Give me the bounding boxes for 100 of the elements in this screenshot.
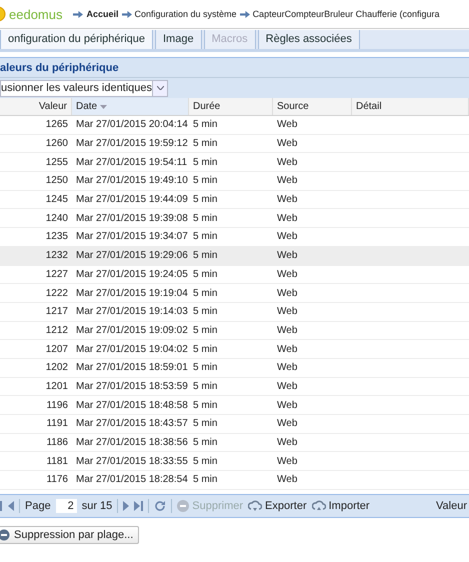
first-page-icon[interactable] bbox=[0, 500, 3, 511]
previous-page-icon[interactable] bbox=[8, 500, 14, 511]
table-cell-text: 1207 bbox=[44, 344, 69, 355]
table-cell-text: Mar 27/01/2015 18:33:55 bbox=[75, 456, 189, 467]
table-row[interactable]: 1181 Mar 27/01/2015 18:33:55 5 min Web bbox=[0, 452, 469, 472]
table-cell-text: Mar 27/01/2015 20:04:14 bbox=[75, 119, 189, 130]
table-cell-text: 5 min bbox=[192, 268, 218, 280]
table-cell-text: 1250 bbox=[44, 175, 69, 186]
table-cell-text: Mar 27/01/2015 19:34:07 bbox=[75, 231, 189, 242]
chevron-icon bbox=[156, 86, 164, 90]
table-row[interactable]: 1265 Mar 27/01/2015 20:04:14 5 min Web bbox=[0, 116, 469, 135]
table-cell-text: Web bbox=[276, 119, 298, 130]
table-row[interactable]: 1245 Mar 27/01/2015 19:44:09 5 min Web bbox=[0, 190, 469, 210]
table-cell-text: Web bbox=[276, 380, 298, 392]
table-row[interactable]: 1217 Mar 27/01/2015 19:14:03 5 min Web bbox=[0, 302, 469, 322]
arrow-icon bbox=[73, 10, 84, 18]
logo-text: eedomus bbox=[9, 6, 62, 22]
table-cell-text: 5 min bbox=[192, 119, 218, 130]
table-cell-text: Web bbox=[276, 250, 298, 262]
column-header[interactable]: Source bbox=[273, 98, 352, 115]
table-row[interactable]: 1260 Mar 27/01/2015 19:59:12 5 min Web bbox=[0, 134, 469, 154]
table-row[interactable]: 1250 Mar 27/01/2015 19:49:10 5 min Web bbox=[0, 172, 469, 191]
table-cell-text: 1201 bbox=[44, 380, 69, 392]
table-cell-text: Mar 27/01/2015 19:19:04 bbox=[75, 288, 189, 299]
breadcrumb-link[interactable]: Configuration du système bbox=[134, 9, 237, 19]
table-cell-text: 1186 bbox=[45, 437, 69, 448]
table-row[interactable]: 1207 Mar 27/01/2015 19:04:02 5 min Web bbox=[0, 340, 469, 359]
table-cell-text: 5 min bbox=[192, 474, 218, 486]
table-cell-text: Mar 27/01/2015 18:59:01 bbox=[75, 362, 189, 374]
table-cell-text: Web bbox=[276, 362, 298, 374]
table-cell-text: Web bbox=[276, 268, 298, 280]
table-cell-text: 5 min bbox=[192, 306, 218, 318]
table-cell-text: Web bbox=[276, 344, 298, 355]
column-header[interactable]: Durée bbox=[189, 98, 273, 115]
arrow-icon bbox=[122, 10, 132, 18]
table-cell-text: Mar 27/01/2015 18:53:59 bbox=[75, 380, 189, 392]
table-row[interactable]: 1212 Mar 27/01/2015 19:09:02 5 min Web bbox=[0, 322, 469, 340]
table-cell-text: 5 min bbox=[192, 437, 218, 448]
table-cell-text: Web bbox=[276, 437, 298, 448]
toolbar-button[interactable]: Importer bbox=[312, 500, 370, 512]
table-cell-text: Web bbox=[276, 156, 298, 168]
toolbar-button[interactable]: Exporter bbox=[248, 500, 307, 512]
table-cell-text: 5 min bbox=[192, 288, 218, 299]
table-cell-text: 5 min bbox=[192, 380, 218, 392]
table-row[interactable]: 1176 Mar 27/01/2015 18:28:54 5 min Web bbox=[0, 471, 469, 490]
breadcrumb-link[interactable]: Accueil bbox=[86, 9, 118, 19]
table-cell-text: 1255 bbox=[44, 156, 69, 168]
table-row[interactable]: 1202 Mar 27/01/2015 18:59:01 5 min Web bbox=[0, 358, 469, 378]
cloud-icon bbox=[248, 500, 262, 512]
table-cell-text: 5 min bbox=[192, 194, 218, 206]
tab[interactable]: onfiguration du périphérique bbox=[0, 30, 153, 49]
tab[interactable]: Image bbox=[155, 30, 202, 49]
toolbar-label: Valeur bbox=[436, 500, 468, 512]
table-cell-text: Mar 27/01/2015 19:44:09 bbox=[75, 194, 189, 206]
column-header[interactable]: Date bbox=[72, 98, 189, 115]
table-cell-text: Web bbox=[276, 474, 298, 486]
last-page-icon[interactable] bbox=[134, 500, 144, 511]
breadcrumb-link[interactable]: CapteurCompteurBruleur Chaufferie (configura bbox=[252, 9, 440, 19]
table-cell-text: 5 min bbox=[192, 362, 218, 374]
page-input[interactable]: 2 bbox=[56, 498, 77, 513]
table-cell-text: Web bbox=[276, 456, 298, 467]
table-cell-text: 1260 bbox=[44, 138, 69, 150]
refresh-icon[interactable] bbox=[154, 500, 166, 512]
page-total: sur 15 bbox=[82, 500, 112, 512]
table-row[interactable]: 1196 Mar 27/01/2015 18:48:58 5 min Web bbox=[0, 396, 469, 415]
table-cell-text: 1212 bbox=[44, 324, 69, 336]
table-cell-text: Mar 27/01/2015 19:49:10 bbox=[75, 175, 189, 186]
table-cell-text: 5 min bbox=[192, 175, 218, 186]
table-cell-text: 5 min bbox=[192, 250, 218, 262]
table-cell-text: 1227 bbox=[44, 268, 69, 280]
table-cell-text: 5 min bbox=[192, 400, 218, 411]
table-cell-text: Mar 27/01/2015 19:39:08 bbox=[75, 212, 189, 224]
column-header[interactable]: Détail bbox=[352, 98, 469, 115]
table-row[interactable]: 1255 Mar 27/01/2015 19:54:11 5 min Web bbox=[0, 153, 469, 172]
table-cell-text: 1222 bbox=[44, 288, 69, 299]
tab[interactable]: Règles associées bbox=[258, 30, 360, 49]
table-row[interactable]: 1191 Mar 27/01/2015 18:43:57 5 min Web bbox=[0, 415, 469, 434]
table-cell-text: 1202 bbox=[44, 362, 69, 374]
sort-icon bbox=[100, 104, 107, 108]
table-cell-text: 1232 bbox=[44, 250, 69, 262]
range-delete-button[interactable]: Suppression par plage... bbox=[0, 526, 140, 544]
table-row[interactable]: 1201 Mar 27/01/2015 18:53:59 5 min Web bbox=[0, 378, 469, 396]
table-cell-text: Web bbox=[276, 138, 298, 150]
table-cell-text: Mar 27/01/2015 18:43:57 bbox=[75, 418, 189, 430]
table-cell-text: 1176 bbox=[45, 474, 69, 486]
filter-dropdown[interactable]: usionner les valeurs identiques bbox=[0, 80, 168, 96]
minus-circle-icon bbox=[177, 500, 190, 512]
table-cell-text: 5 min bbox=[192, 138, 218, 150]
next-page-icon[interactable] bbox=[123, 500, 130, 511]
table-row[interactable]: 1186 Mar 27/01/2015 18:38:56 5 min Web bbox=[0, 434, 469, 452]
table-row[interactable]: 1240 Mar 27/01/2015 19:39:08 5 min Web bbox=[0, 209, 469, 228]
table-cell-text: Mar 27/01/2015 19:54:11 bbox=[75, 156, 188, 168]
table-row[interactable]: 1222 Mar 27/01/2015 19:19:04 5 min Web bbox=[0, 284, 469, 303]
table-cell-text: Mar 27/01/2015 19:29:06 bbox=[75, 250, 189, 262]
table-row[interactable]: 1227 Mar 27/01/2015 19:24:05 5 min Web bbox=[0, 266, 469, 284]
table-row[interactable]: 1232 Mar 27/01/2015 19:29:06 5 min Web bbox=[0, 246, 469, 266]
table-cell-text: 1196 bbox=[45, 400, 69, 411]
table-cell-text: 1217 bbox=[44, 306, 69, 318]
table-cell-text: Web bbox=[276, 288, 298, 299]
logo-icon bbox=[0, 6, 6, 22]
